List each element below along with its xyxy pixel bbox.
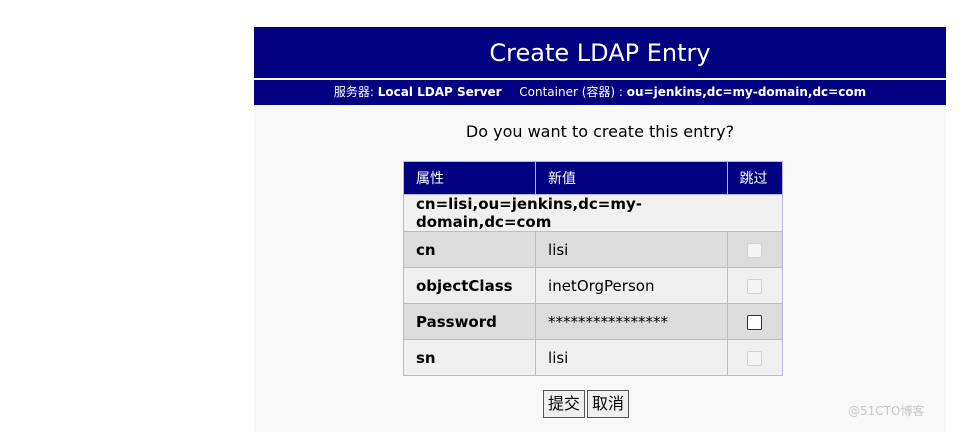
dn-value: cn=lisi,ou=jenkins,dc=my-domain,dc=com	[403, 194, 783, 232]
cancel-button[interactable]: 取消	[587, 390, 630, 418]
page-title: Create LDAP Entry	[254, 27, 946, 78]
attr-name: Password	[402, 303, 537, 340]
attr-name: objectClass	[402, 267, 537, 304]
confirm-question: Do you want to create this entry?	[465, 122, 735, 141]
skip-checkbox-disabled	[747, 350, 763, 366]
server-label: 服务器:	[333, 85, 374, 99]
skip-checkbox-disabled	[747, 278, 763, 294]
server-value: Local LDAP Server	[377, 85, 502, 99]
attr-name: cn	[402, 231, 537, 268]
col-header-new-value: 新值	[535, 161, 728, 195]
attr-value: inetOrgPerson	[535, 267, 728, 304]
table-row: sn lisi	[402, 339, 784, 376]
col-header-attribute: 属性	[402, 161, 537, 195]
submit-button[interactable]: 提交	[543, 390, 586, 418]
attr-value: lisi	[535, 231, 728, 268]
table-row: cn lisi	[402, 231, 784, 268]
skip-checkbox-password[interactable]	[747, 314, 763, 330]
container-label: Container (容器) :	[519, 85, 623, 99]
col-header-skip: 跳过	[726, 161, 784, 195]
watermark: @51CTO博客	[848, 404, 925, 418]
server-info-bar: 服务器: Local LDAP Server Container (容器) : …	[254, 80, 946, 105]
attr-name: sn	[402, 339, 537, 376]
table-row: Password ****************	[402, 303, 784, 340]
attr-value: lisi	[535, 339, 728, 376]
attr-value: ****************	[535, 303, 728, 340]
table-row: objectClass inetOrgPerson	[402, 267, 784, 304]
action-buttons: 提交 取消	[543, 390, 631, 418]
skip-checkbox-disabled	[747, 242, 763, 258]
entry-table: 属性 新值 跳过 cn=lisi,ou=jenkins,dc=my-domain…	[402, 161, 784, 376]
table-header-row: 属性 新值 跳过	[402, 161, 784, 195]
container-value: ou=jenkins,dc=my-domain,dc=com	[626, 85, 867, 99]
dn-row: cn=lisi,ou=jenkins,dc=my-domain,dc=com	[403, 194, 783, 232]
